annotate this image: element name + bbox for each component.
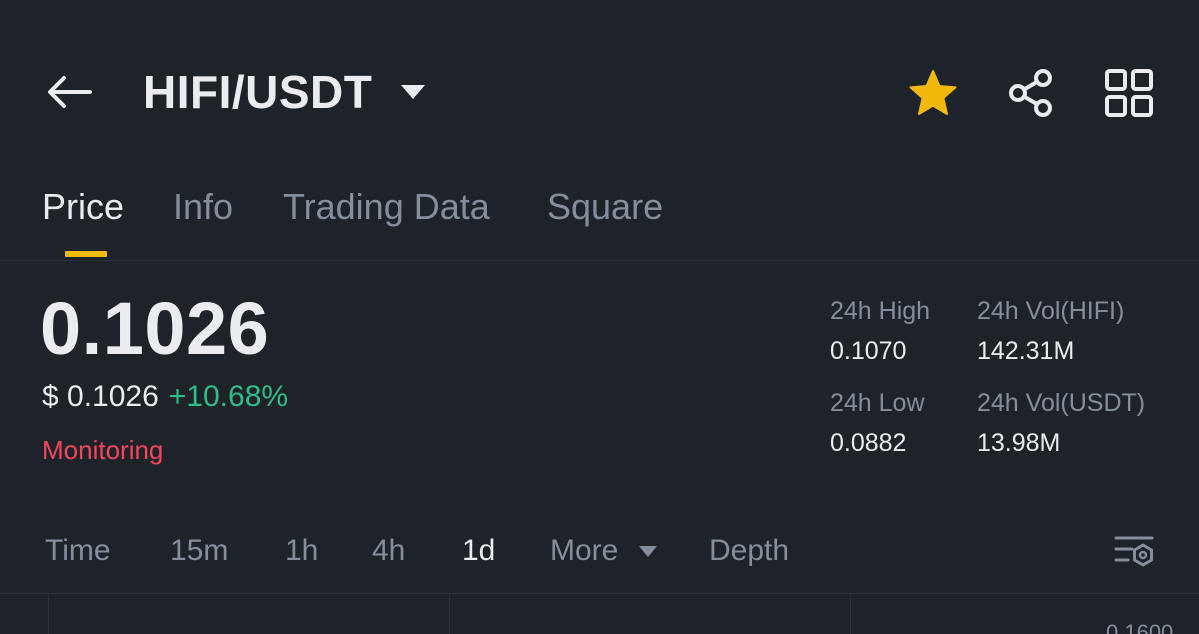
- interval-more-dropdown[interactable]: More: [550, 534, 658, 568]
- tab-price[interactable]: Price: [42, 186, 124, 228]
- interval-15m[interactable]: 15m: [170, 534, 228, 568]
- last-price: 0.1026: [40, 287, 270, 370]
- favorite-button[interactable]: [905, 66, 961, 120]
- vol-base-label: 24h Vol(HIFI): [977, 297, 1125, 325]
- interval-more-label: More: [550, 534, 619, 567]
- chart-gridline: [850, 594, 851, 634]
- grid-menu-button[interactable]: [1101, 66, 1157, 120]
- interval-1h[interactable]: 1h: [285, 534, 318, 568]
- caret-down-icon: [638, 545, 658, 558]
- kline-chart[interactable]: 0.1600: [0, 593, 1199, 634]
- caret-down-icon: [400, 84, 426, 100]
- pair-title: HIFI/USDT: [143, 66, 373, 118]
- vol-base-value: 142.31M: [977, 337, 1075, 365]
- monitoring-tag[interactable]: Monitoring: [42, 435, 163, 466]
- tab-bar: Price Info Trading Data Square: [0, 180, 1199, 261]
- star-icon: [909, 70, 957, 115]
- share-button[interactable]: [1003, 66, 1059, 120]
- interval-1d[interactable]: 1d: [462, 534, 495, 568]
- high-value: 0.1070: [830, 337, 907, 365]
- pair-selector[interactable]: HIFI/USDT: [143, 64, 426, 120]
- chart-settings-button[interactable]: [1110, 530, 1160, 576]
- chart-gridline: [48, 594, 49, 634]
- interval-time[interactable]: Time: [45, 534, 111, 568]
- price-change-percent: +10.68%: [168, 380, 289, 413]
- grid-menu-icon: [1105, 69, 1153, 117]
- tab-square[interactable]: Square: [547, 186, 663, 228]
- usd-price: $ 0.1026: [42, 380, 159, 413]
- price-sub-row: $ 0.1026 +10.68%: [42, 380, 288, 414]
- active-tab-indicator: [65, 251, 107, 257]
- back-arrow-icon: [48, 76, 92, 108]
- chart-gridline: [449, 594, 450, 634]
- back-button[interactable]: [42, 66, 96, 118]
- chart-settings-icon: [1114, 536, 1154, 567]
- low-label: 24h Low: [830, 389, 925, 417]
- tab-info[interactable]: Info: [173, 186, 233, 228]
- low-value: 0.0882: [830, 429, 907, 457]
- price-axis-label: 0.1600: [1106, 620, 1174, 634]
- market-detail-screen: HIFI/USDT Price Info Trading Data Square…: [0, 0, 1199, 634]
- vol-quote-label: 24h Vol(USDT): [977, 389, 1146, 417]
- high-label: 24h High: [830, 297, 931, 325]
- tab-trading-data[interactable]: Trading Data: [283, 186, 490, 228]
- depth-tab[interactable]: Depth: [709, 534, 789, 568]
- share-icon: [1009, 69, 1052, 117]
- vol-quote-value: 13.98M: [977, 429, 1061, 457]
- interval-4h[interactable]: 4h: [372, 534, 405, 568]
